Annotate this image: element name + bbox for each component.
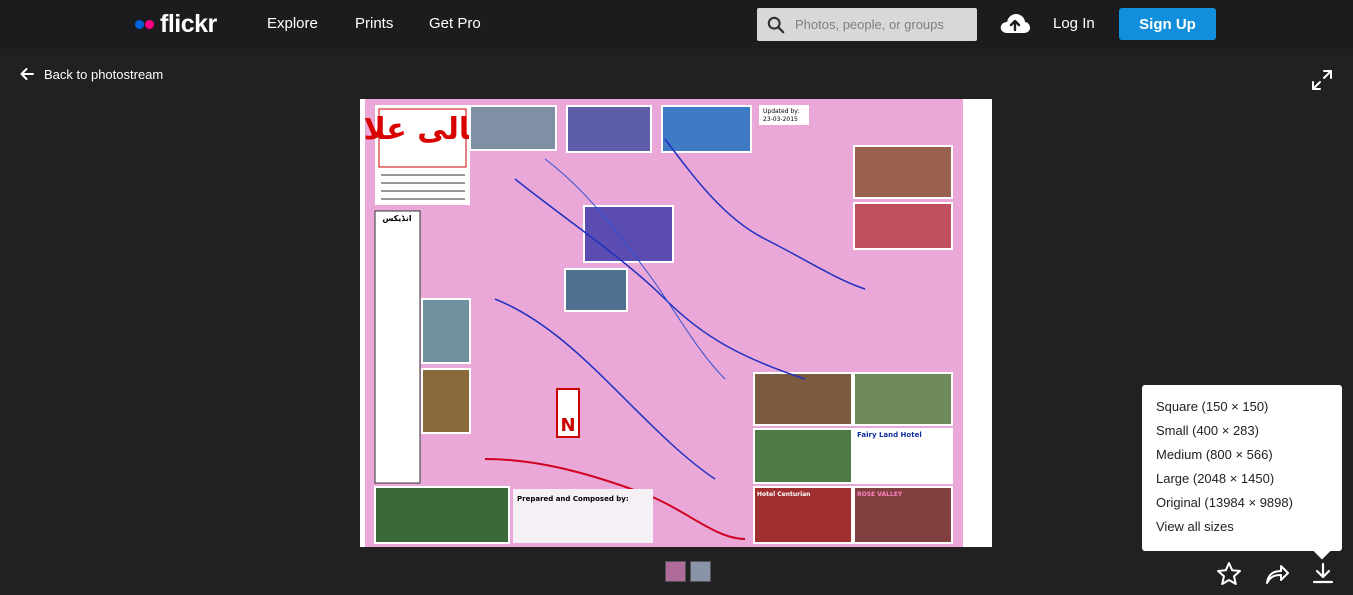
logo-wordmark: flickr [160,10,217,38]
search-icon [767,16,785,33]
download-icon[interactable] [1310,561,1336,587]
search-input[interactable] [793,16,977,33]
size-large[interactable]: Large (2048 × 1450) [1156,470,1274,488]
main-photo[interactable]: شمالی علاقے Updated by: 23-03-2015 Fairy… [360,99,992,547]
nav-get-pro[interactable]: Get Pro [429,14,481,34]
view-all-sizes[interactable]: View all sizes [1156,518,1234,536]
nav-explore[interactable]: Explore [267,14,318,34]
logo-pink-dot [145,19,154,29]
search-box[interactable] [757,8,977,41]
cloud-upload-icon[interactable] [999,11,1031,37]
fairy-land-hotel: Fairy Land Hotel [857,431,922,439]
updated-date: 23-03-2015 [763,116,798,123]
map-artwork: شمالی علاقے Updated by: 23-03-2015 Fairy… [360,99,963,547]
download-sizes-menu: Square (150 × 150) Small (400 × 283) Med… [1142,385,1342,551]
hotel-centurian: Hotel Centurian [757,491,810,498]
star-icon[interactable] [1216,561,1242,587]
arrow-left-icon [20,68,34,80]
expand-icon[interactable] [1311,69,1333,91]
size-square[interactable]: Square (150 × 150) [1156,398,1268,416]
north-marker: N [560,415,575,436]
back-to-photostream[interactable]: Back to photostream [19,66,163,82]
thumbnail-prev[interactable] [665,561,686,582]
size-original[interactable]: Original (13984 × 9898) [1156,494,1293,512]
logo-blue-dot [135,19,144,29]
nav-prints[interactable]: Prints [355,14,393,34]
size-medium[interactable]: Medium (800 × 566) [1156,446,1273,464]
rose-valley: ROSE VALLEY [857,491,903,498]
map-image: شمالی علاقے Updated by: 23-03-2015 Fairy… [360,99,963,547]
back-label: Back to photostream [44,66,164,82]
index-label: انڈیکس [382,214,412,224]
size-small[interactable]: Small (400 × 283) [1156,422,1259,440]
login-link[interactable]: Log In [1053,14,1095,34]
top-navigation-bar: flickr Explore Prints Get Pro Log In Sig… [0,0,1353,49]
share-icon[interactable] [1264,561,1290,587]
thumbnail-next[interactable] [690,561,711,582]
signup-button[interactable]: Sign Up [1119,8,1216,40]
prepared-by: Prepared and Composed by: [517,495,629,503]
updated-label: Updated by: [763,108,799,115]
flickr-logo[interactable]: flickr [135,9,217,39]
